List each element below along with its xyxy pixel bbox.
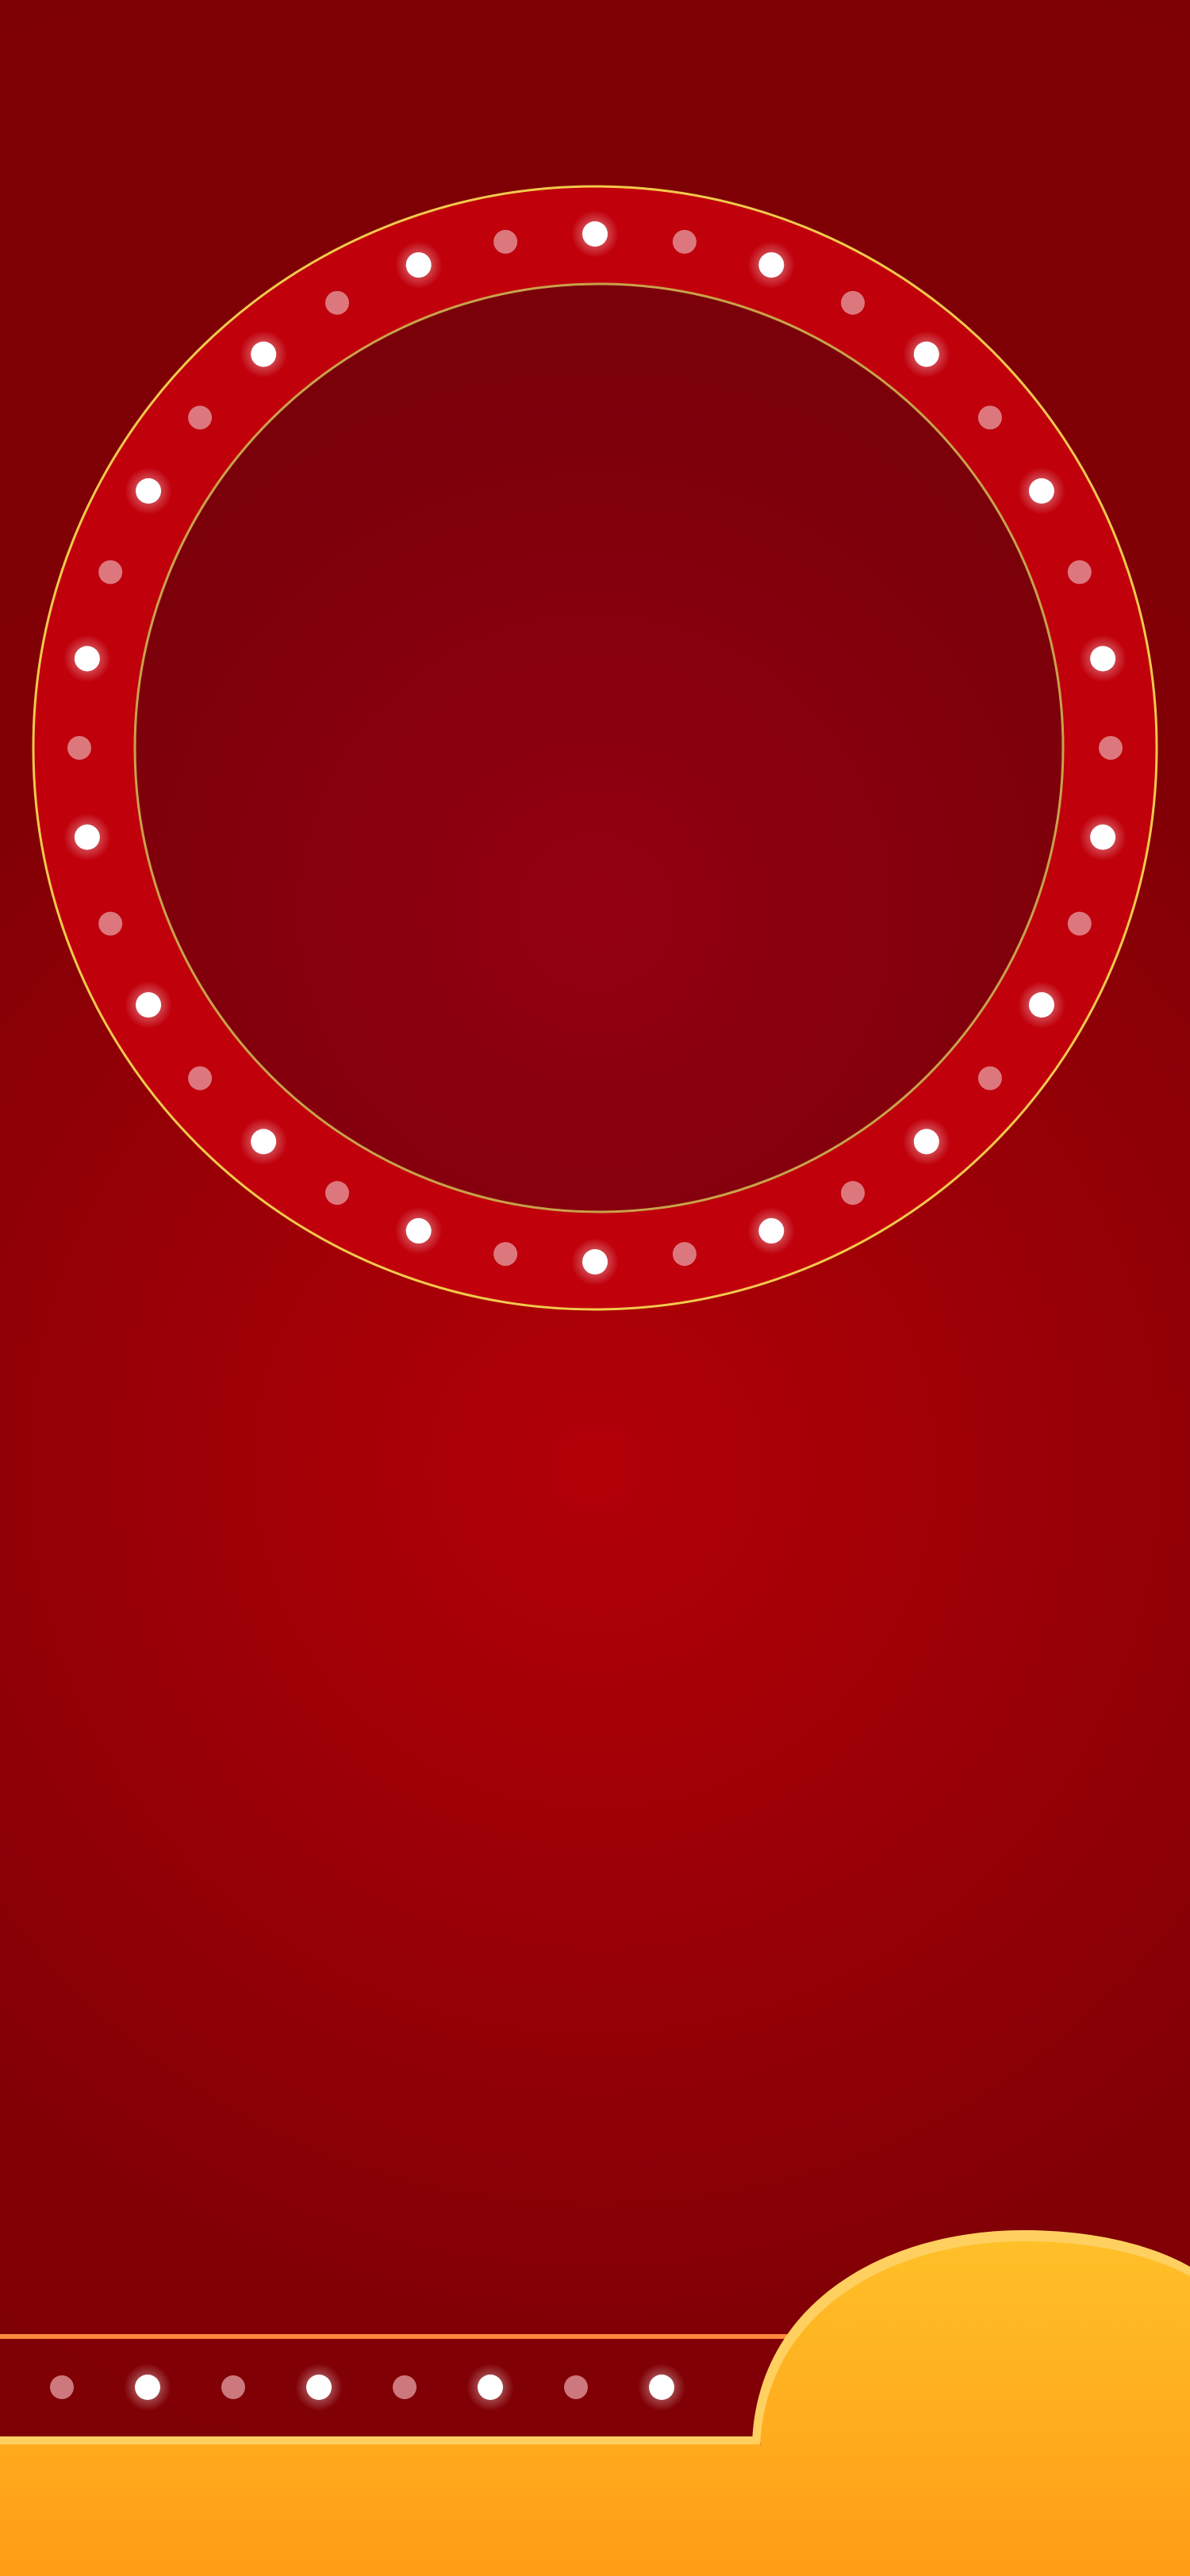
wheel-bulb-lit — [1017, 467, 1065, 515]
stage-platform — [0, 2436, 760, 2576]
stage-bulb-dim — [221, 2375, 245, 2399]
stage-bulb-dim — [393, 2375, 416, 2399]
wheel-bulb-lit — [394, 241, 443, 289]
wheel-bulb-lit — [1079, 634, 1127, 683]
wheel-bulb-lit — [1017, 981, 1065, 1029]
stage-bulb-lit — [466, 2363, 514, 2411]
wheel-bulb-lit — [571, 1238, 619, 1286]
wheel-bulb-lit — [747, 1206, 796, 1255]
wheel-bulb-dim — [672, 1242, 697, 1267]
wheel-bulb-dim — [1067, 560, 1092, 585]
wheel-bulb-dim — [67, 736, 91, 760]
stage-platform-highlight — [0, 2436, 760, 2444]
wheel-bulb-lit — [63, 813, 111, 861]
wheel-bulb-dim — [977, 405, 1002, 430]
stage-strip-line — [0, 2334, 793, 2339]
wheel-bulb-lit — [240, 330, 288, 378]
wheel-bulb-lit — [125, 981, 173, 1029]
stage-bulb-lit — [295, 2363, 343, 2411]
wheel-bulb-lit — [902, 330, 950, 378]
wheel-inner-disc — [133, 282, 1065, 1213]
wheel-bulb-dim — [977, 1066, 1002, 1091]
stage-bulb-dim — [564, 2375, 588, 2399]
wheel-bulb-dim — [493, 229, 518, 254]
wheel-bulb-dim — [188, 405, 213, 430]
lucky-wheel-frame — [32, 185, 1158, 1311]
wheel-bulb-dim — [493, 1242, 518, 1267]
wheel-bulb-dim — [98, 560, 123, 585]
wheel-bulb-lit — [902, 1117, 950, 1166]
stage-bulb-dim — [50, 2375, 74, 2399]
wheel-bulb-lit — [394, 1206, 443, 1255]
wheel-bulb-lit — [63, 634, 111, 683]
wheel-bulb-lit — [240, 1117, 288, 1166]
background-canvas — [0, 0, 1190, 2576]
wheel-bulb-dim — [1067, 911, 1092, 936]
wheel-bulb-lit — [125, 467, 173, 515]
wheel-bulb-dim — [98, 911, 123, 936]
wheel-bulb-lit — [1079, 813, 1127, 861]
wheel-bulb-dim — [325, 290, 349, 315]
wheel-bulb-dim — [841, 290, 865, 315]
stage-bulb-lit — [638, 2363, 685, 2411]
wheel-bulb-dim — [841, 1181, 865, 1206]
wheel-bulb-dim — [188, 1066, 213, 1091]
wheel-bulb-dim — [672, 229, 697, 254]
wheel-bulb-lit — [571, 210, 619, 258]
wheel-bulb-lit — [747, 241, 796, 289]
wheel-bulb-dim — [325, 1181, 349, 1206]
wheel-bulb-dim — [1099, 736, 1123, 760]
promo-background — [0, 0, 1190, 2576]
stage-bulb-lit — [124, 2363, 171, 2411]
